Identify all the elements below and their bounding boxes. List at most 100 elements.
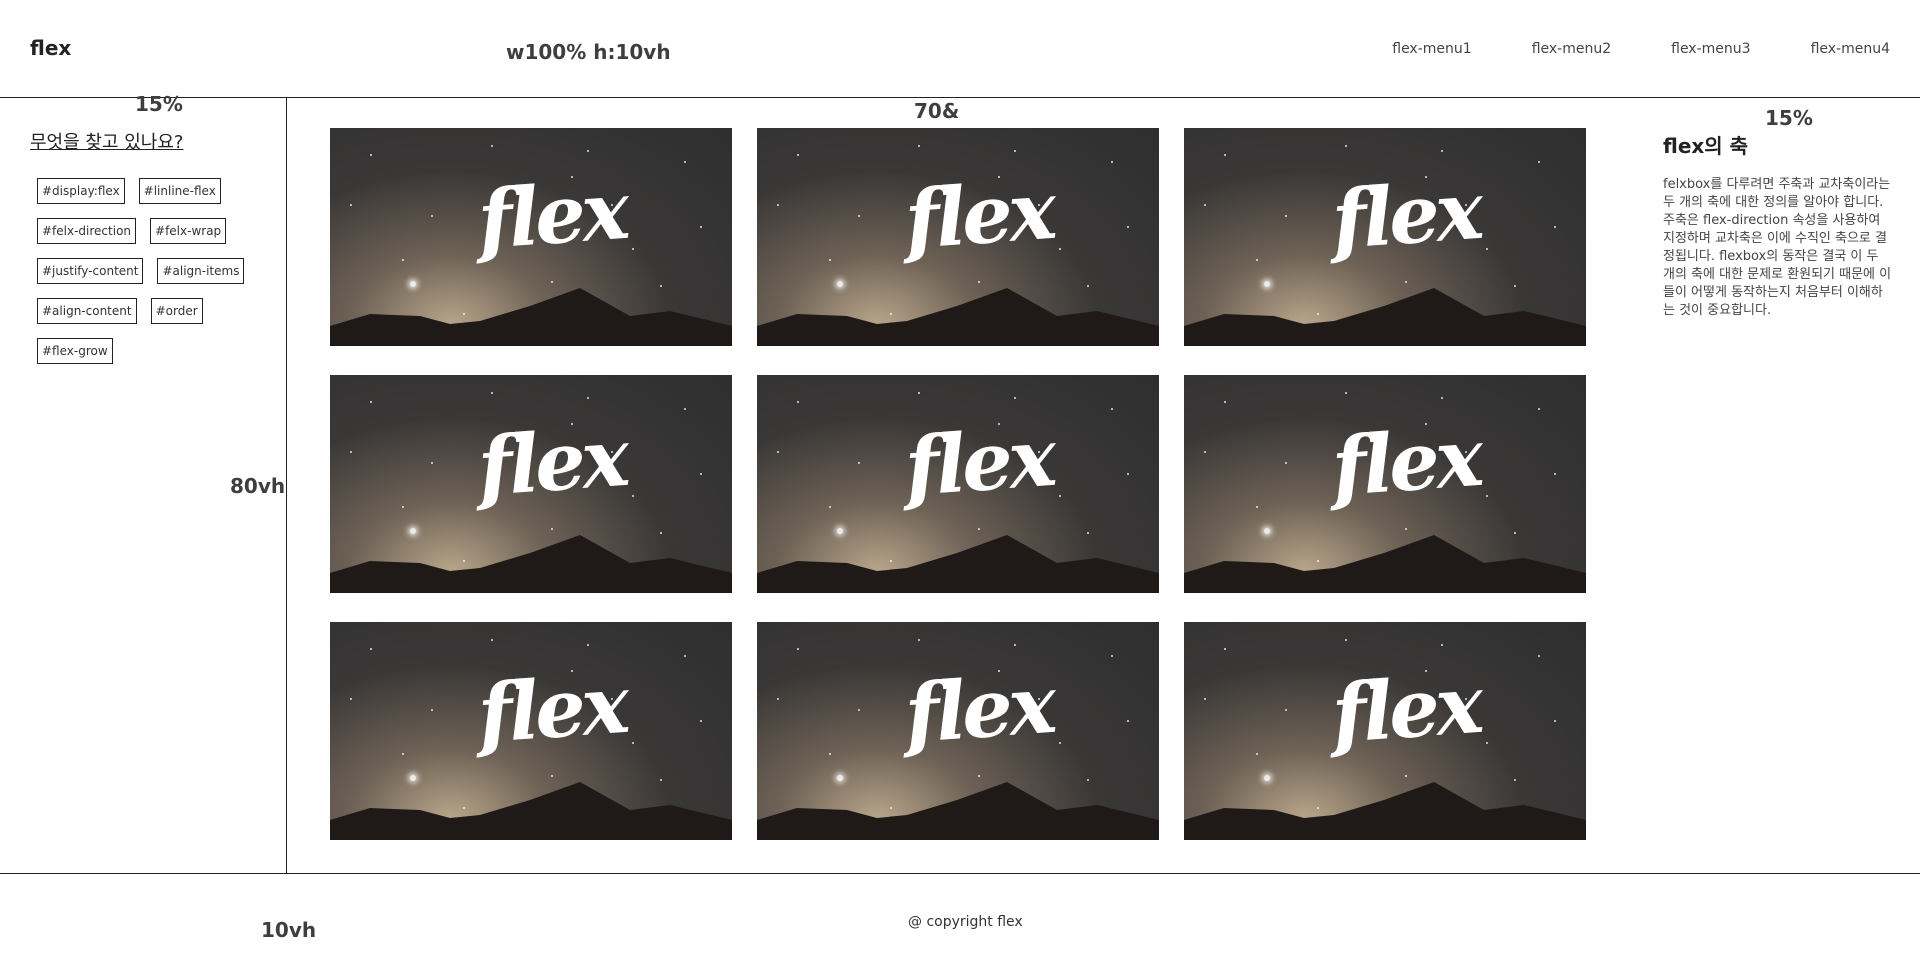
star-dot xyxy=(857,462,860,465)
flex-image-card: flex xyxy=(330,375,732,593)
tag-flex-wrap[interactable]: #felx-wrap xyxy=(150,218,227,244)
star-dot xyxy=(350,451,353,454)
flex-image-card: flex xyxy=(330,622,732,840)
nav-menu-4[interactable]: flex-menu4 xyxy=(1811,41,1890,57)
right-sidebar: flex의 축 felxbox를 다루려면 주축과 교차축이라는 두 개의 축에… xyxy=(1633,98,1920,873)
tag-list: #display:flex #linline-flex #felx-direct… xyxy=(37,178,257,364)
tag-display-flex[interactable]: #display:flex xyxy=(37,178,125,204)
footer-height-note: 10vh xyxy=(261,918,317,942)
star-dot xyxy=(1553,473,1556,476)
left-height-note: 80vh xyxy=(230,474,286,498)
flex-logo-text: flex xyxy=(474,409,629,515)
tag-align-content[interactable]: #align-content xyxy=(37,298,137,324)
star-dot xyxy=(1537,160,1540,163)
star-dot xyxy=(777,204,780,207)
star-dot xyxy=(978,527,981,530)
star-dot xyxy=(370,648,373,651)
tag-inline-flex[interactable]: #linline-flex xyxy=(138,178,221,204)
tag-justify-content[interactable]: #justify-content xyxy=(37,258,144,284)
star-dot xyxy=(490,639,493,642)
star-dot xyxy=(1441,643,1444,646)
flex-logo-text: flex xyxy=(901,409,1056,515)
star-dot xyxy=(797,154,800,157)
site-logo[interactable]: flex xyxy=(30,36,71,60)
star-dot xyxy=(1110,160,1113,163)
star-dot xyxy=(587,643,590,646)
flex-logo-text: flex xyxy=(1328,656,1483,762)
star-dot xyxy=(587,396,590,399)
star-dot xyxy=(1126,226,1129,229)
star-dot xyxy=(551,774,554,777)
flex-image-card: flex xyxy=(330,128,732,346)
mountain-silhouette xyxy=(330,782,732,840)
axis-title: flex의 축 xyxy=(1663,134,1749,158)
star-dot xyxy=(777,451,780,454)
star-dot xyxy=(1058,494,1061,497)
header-size-note: w100% h:10vh xyxy=(506,40,671,64)
star-dot xyxy=(829,505,832,508)
star-dot xyxy=(1058,247,1061,250)
star-dot xyxy=(1014,149,1017,152)
star-dot xyxy=(1014,396,1017,399)
star-dot xyxy=(917,639,920,642)
nav-menu-3[interactable]: flex-menu3 xyxy=(1671,41,1750,57)
star-dot xyxy=(1485,494,1488,497)
star-dot xyxy=(1344,392,1347,395)
star-dot xyxy=(1485,247,1488,250)
star-dot xyxy=(587,149,590,152)
star-dot xyxy=(1405,774,1408,777)
flex-image-card: flex xyxy=(757,375,1159,593)
flex-logo-text: flex xyxy=(901,656,1056,762)
star-dot xyxy=(699,720,702,723)
star-dot xyxy=(1256,258,1259,261)
star-dot xyxy=(829,258,832,261)
star-dot xyxy=(1553,720,1556,723)
mountain-silhouette xyxy=(330,288,732,346)
nav-menu-1[interactable]: flex-menu1 xyxy=(1392,41,1471,57)
star-dot xyxy=(1224,154,1227,157)
tag-flex-grow[interactable]: #flex-grow xyxy=(37,338,113,364)
star-dot xyxy=(1405,280,1408,283)
star-dot xyxy=(430,709,433,712)
star-dot xyxy=(551,527,554,530)
star-dot xyxy=(1110,407,1113,410)
star-dot xyxy=(1126,473,1129,476)
search-title[interactable]: 무엇을 찾고 있나요? xyxy=(30,128,183,154)
star-dot xyxy=(350,204,353,207)
mountain-silhouette xyxy=(1184,288,1586,346)
star-dot xyxy=(631,494,634,497)
star-dot xyxy=(829,752,832,755)
main-nav: flex-menu1 flex-menu2 flex-menu3 flex-me… xyxy=(1392,41,1890,57)
star-dot xyxy=(978,280,981,283)
star-dot xyxy=(1284,709,1287,712)
flex-logo-text: flex xyxy=(1328,409,1483,515)
star-dot xyxy=(699,226,702,229)
mountain-silhouette xyxy=(757,535,1159,593)
axis-description: felxbox를 다루려면 주축과 교차축이라는 두 개의 축에 대한 정의를 … xyxy=(1663,177,1892,318)
mountain-silhouette xyxy=(330,535,732,593)
tag-align-items[interactable]: #align-items xyxy=(157,258,245,284)
star-dot xyxy=(683,160,686,163)
star-dot xyxy=(1284,462,1287,465)
star-dot xyxy=(1441,149,1444,152)
main-content: flex flex flex flex flex flex flex flex flex xyxy=(287,98,1632,873)
star-dot xyxy=(1110,654,1113,657)
mountain-silhouette xyxy=(1184,535,1586,593)
page-header: flex flex-menu1 flex-menu2 flex-menu3 fl… xyxy=(0,0,1920,98)
flex-logo-text: flex xyxy=(901,162,1056,268)
flex-image-card: flex xyxy=(1184,622,1586,840)
nav-menu-2[interactable]: flex-menu2 xyxy=(1532,41,1611,57)
mountain-silhouette xyxy=(757,782,1159,840)
flex-image-card: flex xyxy=(1184,128,1586,346)
star-dot xyxy=(1014,643,1017,646)
star-dot xyxy=(1344,145,1347,148)
star-dot xyxy=(1553,226,1556,229)
tag-flex-direction[interactable]: #felx-direction xyxy=(37,218,137,244)
star-dot xyxy=(1405,527,1408,530)
copyright-text: @ copyright flex xyxy=(908,914,1023,930)
star-dot xyxy=(1058,741,1061,744)
star-dot xyxy=(631,247,634,250)
tag-order[interactable]: #order xyxy=(150,298,203,324)
star-dot xyxy=(1441,396,1444,399)
star-dot xyxy=(402,752,405,755)
